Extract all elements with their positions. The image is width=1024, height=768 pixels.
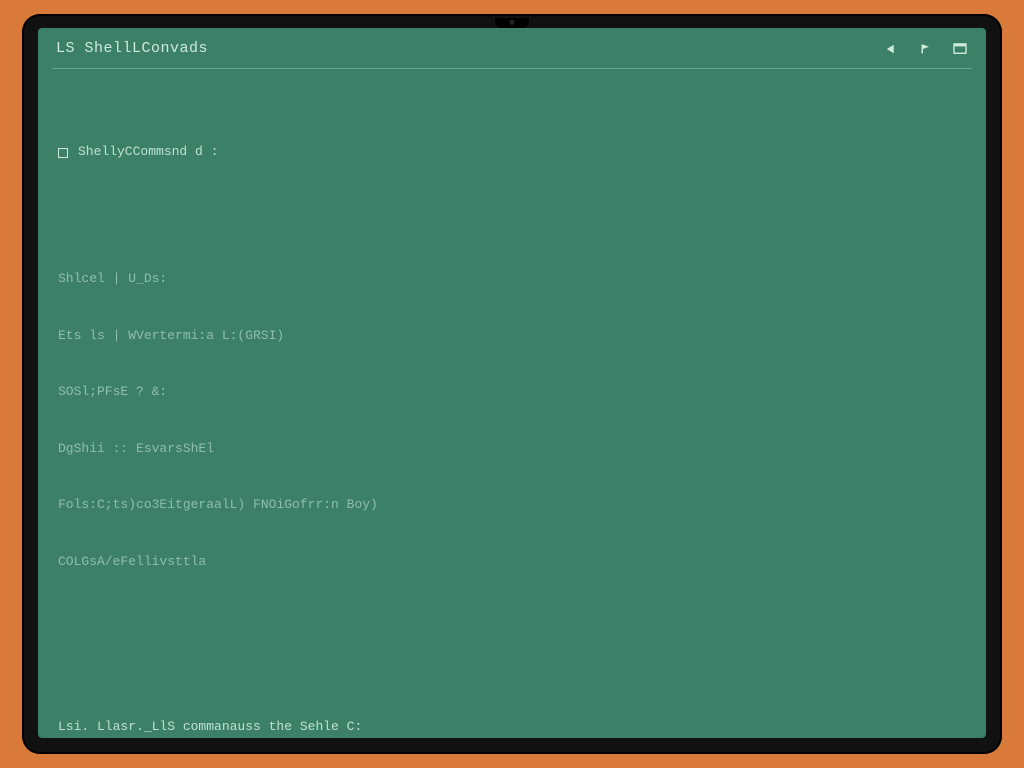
window-title: LS ShellLConvads <box>56 38 208 60</box>
prompt-row: ShellyCCommsnd d : <box>58 143 968 162</box>
output-block-1: Shlcel | U_Ds: Ets ls | WVertermi:a L:(G… <box>58 233 968 610</box>
device-frame: LS ShellLConvads ShellyCCommsnd d : <box>22 14 1002 754</box>
window-icon[interactable] <box>952 42 968 56</box>
camera-notch <box>495 18 529 28</box>
prompt-text: ShellyCCommsnd d : <box>78 143 218 162</box>
output-line: Shlcel | U_Ds: <box>58 270 968 289</box>
output-line: Lsi. Llasr._LlS commanauss the Sehle C: <box>58 718 968 737</box>
terminal-content[interactable]: ShellyCCommsnd d : Shlcel | U_Ds: Ets ls… <box>38 69 986 738</box>
output-line: SOSl;PFsE ? &: <box>58 383 968 402</box>
back-arrow-icon[interactable] <box>884 42 900 56</box>
prompt-square-icon <box>58 148 68 158</box>
output-line: Fols:C;ts)co3EitgeraalL) FNOiGofrr:n Boy… <box>58 496 968 515</box>
titlebar-icons <box>884 42 968 56</box>
output-line: Ets ls | WVertermi:a L:(GRSI) <box>58 327 968 346</box>
output-line: DgShii :: EsvarsShEl <box>58 440 968 459</box>
output-block-2: Lsi. Llasr._LlS commanauss the Sehle C: … <box>58 680 968 738</box>
output-line: COLGsA/eFellivsttla <box>58 553 968 572</box>
title-bar: LS ShellLConvads <box>38 28 986 66</box>
terminal-screen: LS ShellLConvads ShellyCCommsnd d : <box>38 28 986 738</box>
flag-icon[interactable] <box>918 42 934 56</box>
